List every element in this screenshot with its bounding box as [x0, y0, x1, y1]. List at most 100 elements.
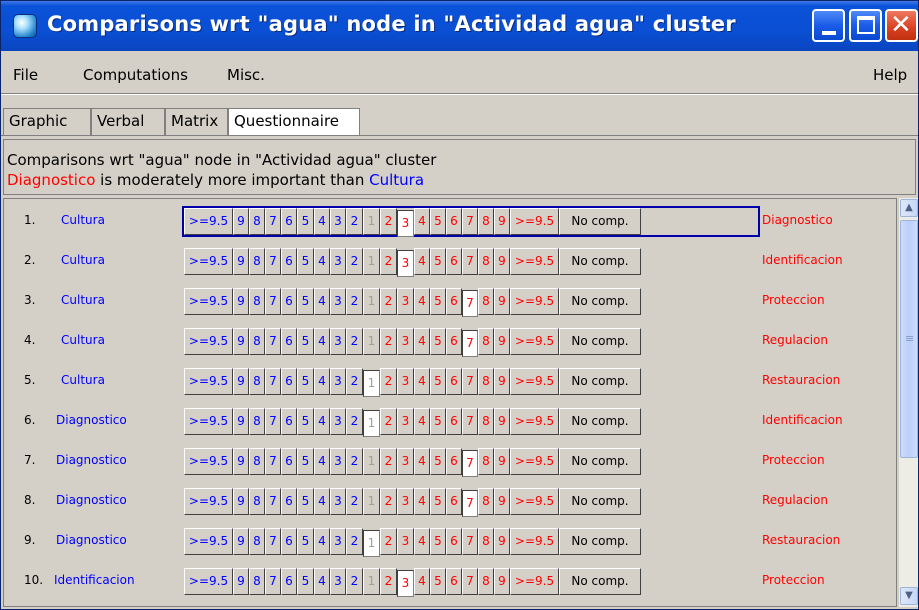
minimize-button[interactable]	[812, 9, 845, 42]
scale-button[interactable]: 9	[494, 368, 510, 395]
app-icon[interactable]	[13, 14, 37, 38]
scale-button[interactable]: 2	[380, 448, 397, 475]
scale-button[interactable]: 2	[346, 288, 363, 315]
scale-button[interactable]: >=9.5	[510, 528, 559, 555]
scale-button[interactable]: 2	[380, 408, 397, 435]
scale-button[interactable]: 1	[363, 248, 380, 275]
scale-button[interactable]: 2	[380, 288, 397, 315]
scale-button[interactable]: 6	[281, 488, 297, 515]
scale-button[interactable]: 1	[363, 288, 380, 315]
scale-button[interactable]: 3	[397, 570, 414, 597]
scale-button[interactable]: 5	[430, 488, 446, 515]
scroll-up-icon[interactable]: ▲	[900, 199, 918, 217]
scale-button[interactable]: 8	[249, 368, 265, 395]
scale-button[interactable]: >=9.5	[510, 488, 559, 515]
scale-button[interactable]: 2	[380, 208, 397, 235]
scale-button[interactable]: 6	[281, 368, 297, 395]
scale-button[interactable]: 2	[346, 448, 363, 475]
scale-button[interactable]: 9	[494, 568, 510, 595]
scale-button[interactable]: 8	[249, 248, 265, 275]
no-comp-button[interactable]: No comp.	[559, 568, 641, 595]
scale-button[interactable]: 4	[314, 568, 330, 595]
scale-button[interactable]: 8	[249, 408, 265, 435]
scale-button[interactable]: 3	[397, 288, 414, 315]
scale-button[interactable]: 8	[478, 288, 494, 315]
scale-button[interactable]: 2	[346, 208, 363, 235]
scale-button[interactable]: 2	[346, 408, 363, 435]
scale-button[interactable]: >=9.5	[510, 368, 559, 395]
scale-button[interactable]: 7	[462, 450, 478, 477]
scale-button[interactable]: 7	[462, 568, 478, 595]
tab-verbal[interactable]: Verbal	[91, 108, 165, 135]
scale-button[interactable]: 1	[363, 530, 380, 557]
scale-button[interactable]: 7	[265, 208, 281, 235]
scale-button[interactable]: 9	[494, 288, 510, 315]
scale-button[interactable]: >=9.5	[510, 208, 559, 235]
scale-button[interactable]: 3	[397, 408, 414, 435]
scale-button[interactable]: 9	[494, 488, 510, 515]
scale-button[interactable]: 7	[462, 408, 478, 435]
tab-graphic[interactable]: Graphic	[3, 108, 91, 135]
scale-button[interactable]: 7	[265, 568, 281, 595]
scale-button[interactable]: 8	[478, 448, 494, 475]
scale-button[interactable]: 4	[314, 368, 330, 395]
scale-button[interactable]: 8	[249, 528, 265, 555]
scale-button[interactable]: 8	[478, 208, 494, 235]
scale-button[interactable]: 9	[233, 568, 249, 595]
scale-button[interactable]: 6	[281, 528, 297, 555]
scale-button[interactable]: 2	[346, 328, 363, 355]
scale-button[interactable]: 3	[330, 208, 346, 235]
scale-button[interactable]: 3	[397, 328, 414, 355]
no-comp-button[interactable]: No comp.	[559, 208, 641, 235]
scale-button[interactable]: 6	[281, 568, 297, 595]
scale-button[interactable]: 6	[281, 248, 297, 275]
scale-button[interactable]: >=9.5	[510, 248, 559, 275]
scale-button[interactable]: >=9.5	[184, 368, 233, 395]
scale-button[interactable]: 3	[397, 250, 414, 277]
scale-button[interactable]: 8	[478, 328, 494, 355]
scale-button[interactable]: 1	[363, 568, 380, 595]
scale-button[interactable]: 9	[233, 288, 249, 315]
scale-button[interactable]: 9	[494, 248, 510, 275]
scale-button[interactable]: 2	[380, 568, 397, 595]
scale-button[interactable]: 9	[233, 528, 249, 555]
scale-button[interactable]: 4	[414, 368, 430, 395]
scale-button[interactable]: 7	[462, 528, 478, 555]
scale-button[interactable]: 5	[297, 568, 314, 595]
scale-button[interactable]: 7	[265, 408, 281, 435]
scale-button[interactable]: 1	[363, 448, 380, 475]
scale-button[interactable]: 9	[494, 208, 510, 235]
tab-questionnaire[interactable]: Questionnaire	[228, 108, 360, 136]
scale-button[interactable]: 5	[430, 368, 446, 395]
scale-button[interactable]: >=9.5	[510, 408, 559, 435]
scale-button[interactable]: 7	[265, 288, 281, 315]
no-comp-button[interactable]: No comp.	[559, 368, 641, 395]
scale-button[interactable]: 9	[233, 488, 249, 515]
scale-button[interactable]: 4	[414, 328, 430, 355]
scale-button[interactable]: 3	[330, 408, 346, 435]
scale-button[interactable]: 3	[330, 528, 346, 555]
scale-button[interactable]: 5	[430, 328, 446, 355]
scale-button[interactable]: 7	[265, 488, 281, 515]
scale-button[interactable]: 9	[494, 408, 510, 435]
scale-button[interactable]: 3	[330, 248, 346, 275]
scale-button[interactable]: 5	[297, 448, 314, 475]
scrollbar-thumb[interactable]	[900, 220, 918, 458]
scale-button[interactable]: 3	[397, 210, 414, 237]
scale-button[interactable]: 5	[297, 328, 314, 355]
scale-button[interactable]: 4	[414, 448, 430, 475]
scale-button[interactable]: 5	[430, 288, 446, 315]
scale-button[interactable]: 3	[330, 488, 346, 515]
scale-button[interactable]: 7	[462, 330, 478, 357]
scale-button[interactable]: 6	[446, 568, 462, 595]
menu-computations[interactable]: Computations	[83, 66, 188, 84]
scale-button[interactable]: 3	[330, 328, 346, 355]
scale-button[interactable]: 1	[363, 488, 380, 515]
scale-button[interactable]: 7	[265, 328, 281, 355]
scale-button[interactable]: 2	[346, 368, 363, 395]
scale-button[interactable]: 6	[446, 408, 462, 435]
scale-button[interactable]: 4	[314, 488, 330, 515]
scale-button[interactable]: 7	[462, 208, 478, 235]
no-comp-button[interactable]: No comp.	[559, 528, 641, 555]
no-comp-button[interactable]: No comp.	[559, 328, 641, 355]
